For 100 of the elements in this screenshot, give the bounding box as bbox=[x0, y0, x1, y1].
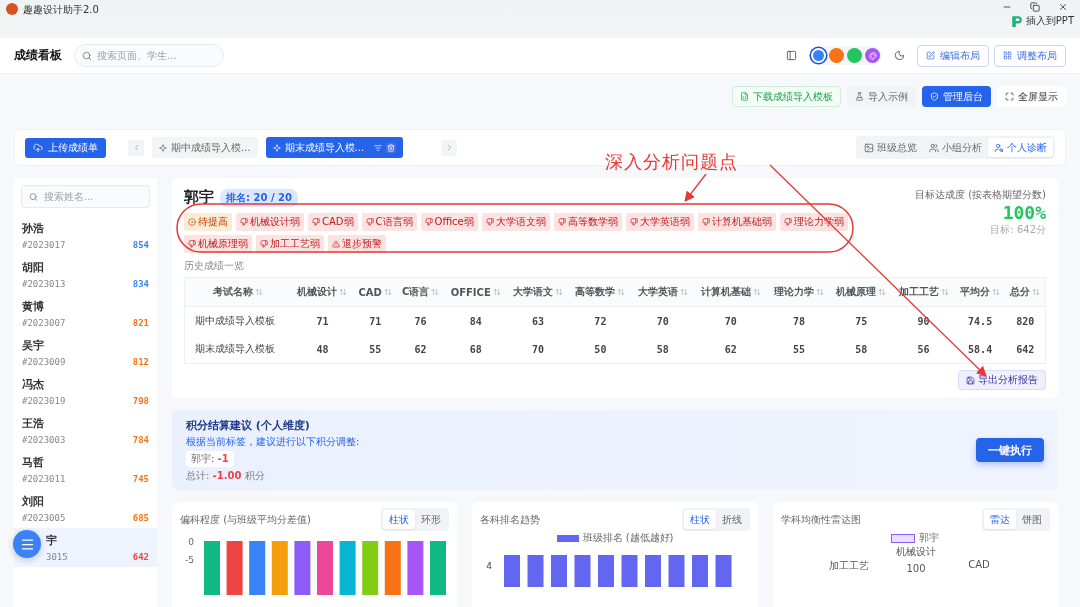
table-cell: 55 bbox=[767, 335, 831, 364]
view-tab[interactable]: 个人诊断 bbox=[988, 138, 1053, 157]
student-item[interactable]: 胡阳 #2023013 834 bbox=[14, 255, 157, 294]
student-name: 宇 bbox=[46, 532, 58, 548]
color-swatch[interactable] bbox=[847, 48, 862, 63]
legend-swatch-icon bbox=[891, 533, 916, 543]
student-item[interactable]: 冯杰 #2023019 798 bbox=[14, 372, 157, 411]
table-cell: 820 bbox=[1005, 306, 1046, 335]
column-header[interactable]: 大学语文 bbox=[506, 277, 570, 307]
chart-toggle-tab[interactable]: 柱状 bbox=[383, 510, 416, 529]
exam-tab[interactable]: 期中成绩导入模... bbox=[152, 137, 258, 158]
restore-icon[interactable] bbox=[1030, 2, 1040, 12]
exam-tab[interactable]: 期末成绩导入模... bbox=[265, 137, 404, 158]
sort-icon[interactable] bbox=[1032, 288, 1041, 296]
student-id: #2023019 bbox=[22, 396, 67, 406]
bar bbox=[504, 555, 521, 587]
view-tab[interactable]: 小组分析 bbox=[923, 138, 988, 157]
layout-button[interactable]: 编辑布局 bbox=[917, 44, 989, 67]
table-cell: 68 bbox=[444, 335, 507, 364]
toolbar-button[interactable]: 导入示例 bbox=[847, 86, 916, 107]
upload-button[interactable]: 上传成绩单 bbox=[25, 137, 106, 158]
sort-icon[interactable] bbox=[617, 288, 626, 296]
target-label: 目标达成度 (按表格期望分数) bbox=[915, 188, 1046, 202]
moon-icon[interactable] bbox=[894, 50, 905, 61]
name-search-field[interactable]: 搜索姓名... bbox=[21, 185, 150, 208]
column-header[interactable]: C语言 bbox=[396, 277, 445, 307]
column-header[interactable]: OFFICE bbox=[444, 277, 507, 307]
next-button[interactable] bbox=[441, 139, 458, 156]
table-cell: 50 bbox=[569, 335, 632, 364]
layout-button[interactable]: 调整布局 bbox=[994, 44, 1066, 67]
chart-toggle-tab[interactable]: 环形 bbox=[415, 510, 448, 529]
student-item[interactable]: 孙浩 #2023017 854 bbox=[14, 216, 157, 255]
table-cell: 74.5 bbox=[954, 306, 1006, 335]
table-cell: 58 bbox=[830, 335, 893, 364]
diagnosis-tag: 大学英语弱 bbox=[625, 213, 694, 231]
warning-icon bbox=[332, 240, 340, 248]
student-item[interactable]: 宇 3015 642 bbox=[14, 528, 157, 567]
diagnosis-tag: C语言弱 bbox=[361, 213, 417, 231]
insert-ppt-button[interactable]: 插入到PPT bbox=[1010, 14, 1074, 28]
spreadsheet-icon bbox=[740, 92, 749, 101]
sort-icon[interactable] bbox=[752, 288, 761, 296]
export-button[interactable]: 导出分析报告 bbox=[958, 370, 1046, 390]
close-icon[interactable] bbox=[1058, 2, 1068, 12]
total-text: 总计: -1.00 积分 bbox=[186, 468, 266, 483]
sort-icon[interactable] bbox=[992, 288, 1001, 296]
column-header[interactable]: 大学英语 bbox=[631, 277, 694, 307]
color-swatch[interactable] bbox=[811, 48, 826, 63]
chart-toggle-tab[interactable]: 柱状 bbox=[683, 510, 716, 529]
execute-button[interactable]: 一键执行 bbox=[976, 438, 1044, 462]
student-id: #2023009 bbox=[22, 357, 67, 367]
delete-icon[interactable] bbox=[386, 142, 397, 153]
chart-toggle-tab[interactable]: 饼图 bbox=[1016, 510, 1048, 529]
student-item[interactable]: 马哲 #2023011 745 bbox=[14, 450, 157, 489]
column-header[interactable]: 高等数学 bbox=[569, 277, 632, 307]
column-header[interactable]: 机械设计 bbox=[291, 277, 354, 307]
student-item[interactable]: 吴宇 #2023009 812 bbox=[14, 333, 157, 372]
adjustment-chip: 郭宇: -1 bbox=[186, 450, 234, 467]
bar bbox=[715, 555, 732, 587]
bar bbox=[271, 541, 288, 595]
column-header[interactable]: 总分 bbox=[1005, 277, 1046, 307]
chart-toggle-tab[interactable]: 折线 bbox=[715, 510, 748, 529]
sort-icon[interactable] bbox=[339, 288, 348, 296]
view-tab[interactable]: 班级总览 bbox=[858, 138, 923, 157]
sparkle-icon bbox=[159, 143, 167, 152]
column-header[interactable]: 机械原理 bbox=[830, 277, 893, 307]
sort-icon[interactable] bbox=[940, 288, 949, 296]
student-item[interactable]: 刘阳 #2023005 685 bbox=[14, 489, 157, 528]
sidebar-toggle-icon[interactable] bbox=[786, 50, 797, 61]
color-swatch[interactable] bbox=[829, 48, 844, 63]
sort-icon[interactable] bbox=[878, 288, 887, 296]
sort-icon[interactable] bbox=[492, 288, 501, 296]
column-header[interactable]: CAD bbox=[353, 277, 397, 307]
sort-icon[interactable] bbox=[431, 288, 440, 296]
thumbs-down-icon bbox=[701, 218, 710, 226]
toolbar-button[interactable]: 全屏显示 bbox=[997, 86, 1066, 107]
column-header[interactable]: 平均分 bbox=[954, 277, 1006, 307]
previous-button[interactable] bbox=[128, 139, 144, 156]
column-header[interactable]: 考试名称 bbox=[184, 277, 292, 307]
sort-icon[interactable] bbox=[555, 288, 564, 296]
search-field[interactable]: 搜索页面、学生... bbox=[74, 44, 224, 67]
sort-icon[interactable] bbox=[255, 288, 264, 296]
toolbar-button[interactable]: 管理后台 bbox=[922, 86, 991, 107]
legend-label: 郭宇 bbox=[919, 531, 940, 545]
student-score: 821 bbox=[132, 318, 149, 328]
annotation-arrow bbox=[684, 173, 707, 203]
student-item[interactable]: 黄博 #2023007 821 bbox=[14, 294, 157, 333]
filter-icon[interactable] bbox=[374, 143, 383, 152]
target-value: 100% bbox=[1002, 202, 1046, 223]
column-header[interactable]: 计算机基础 bbox=[693, 277, 768, 307]
color-swatch[interactable] bbox=[865, 48, 880, 63]
student-item[interactable]: 王浩 #2023003 784 bbox=[14, 411, 157, 450]
student-name: 刘阳 bbox=[22, 493, 45, 509]
sort-icon[interactable] bbox=[815, 288, 824, 296]
sort-icon[interactable] bbox=[679, 288, 688, 296]
sort-icon[interactable] bbox=[383, 288, 392, 296]
table-cell: 62 bbox=[693, 335, 768, 364]
column-header[interactable]: 理论力学 bbox=[767, 277, 831, 307]
chart-toggle-tab[interactable]: 雷达 bbox=[984, 510, 1016, 529]
section-title: 历史成绩一览 bbox=[184, 259, 245, 273]
column-header[interactable]: 加工工艺 bbox=[892, 277, 955, 307]
